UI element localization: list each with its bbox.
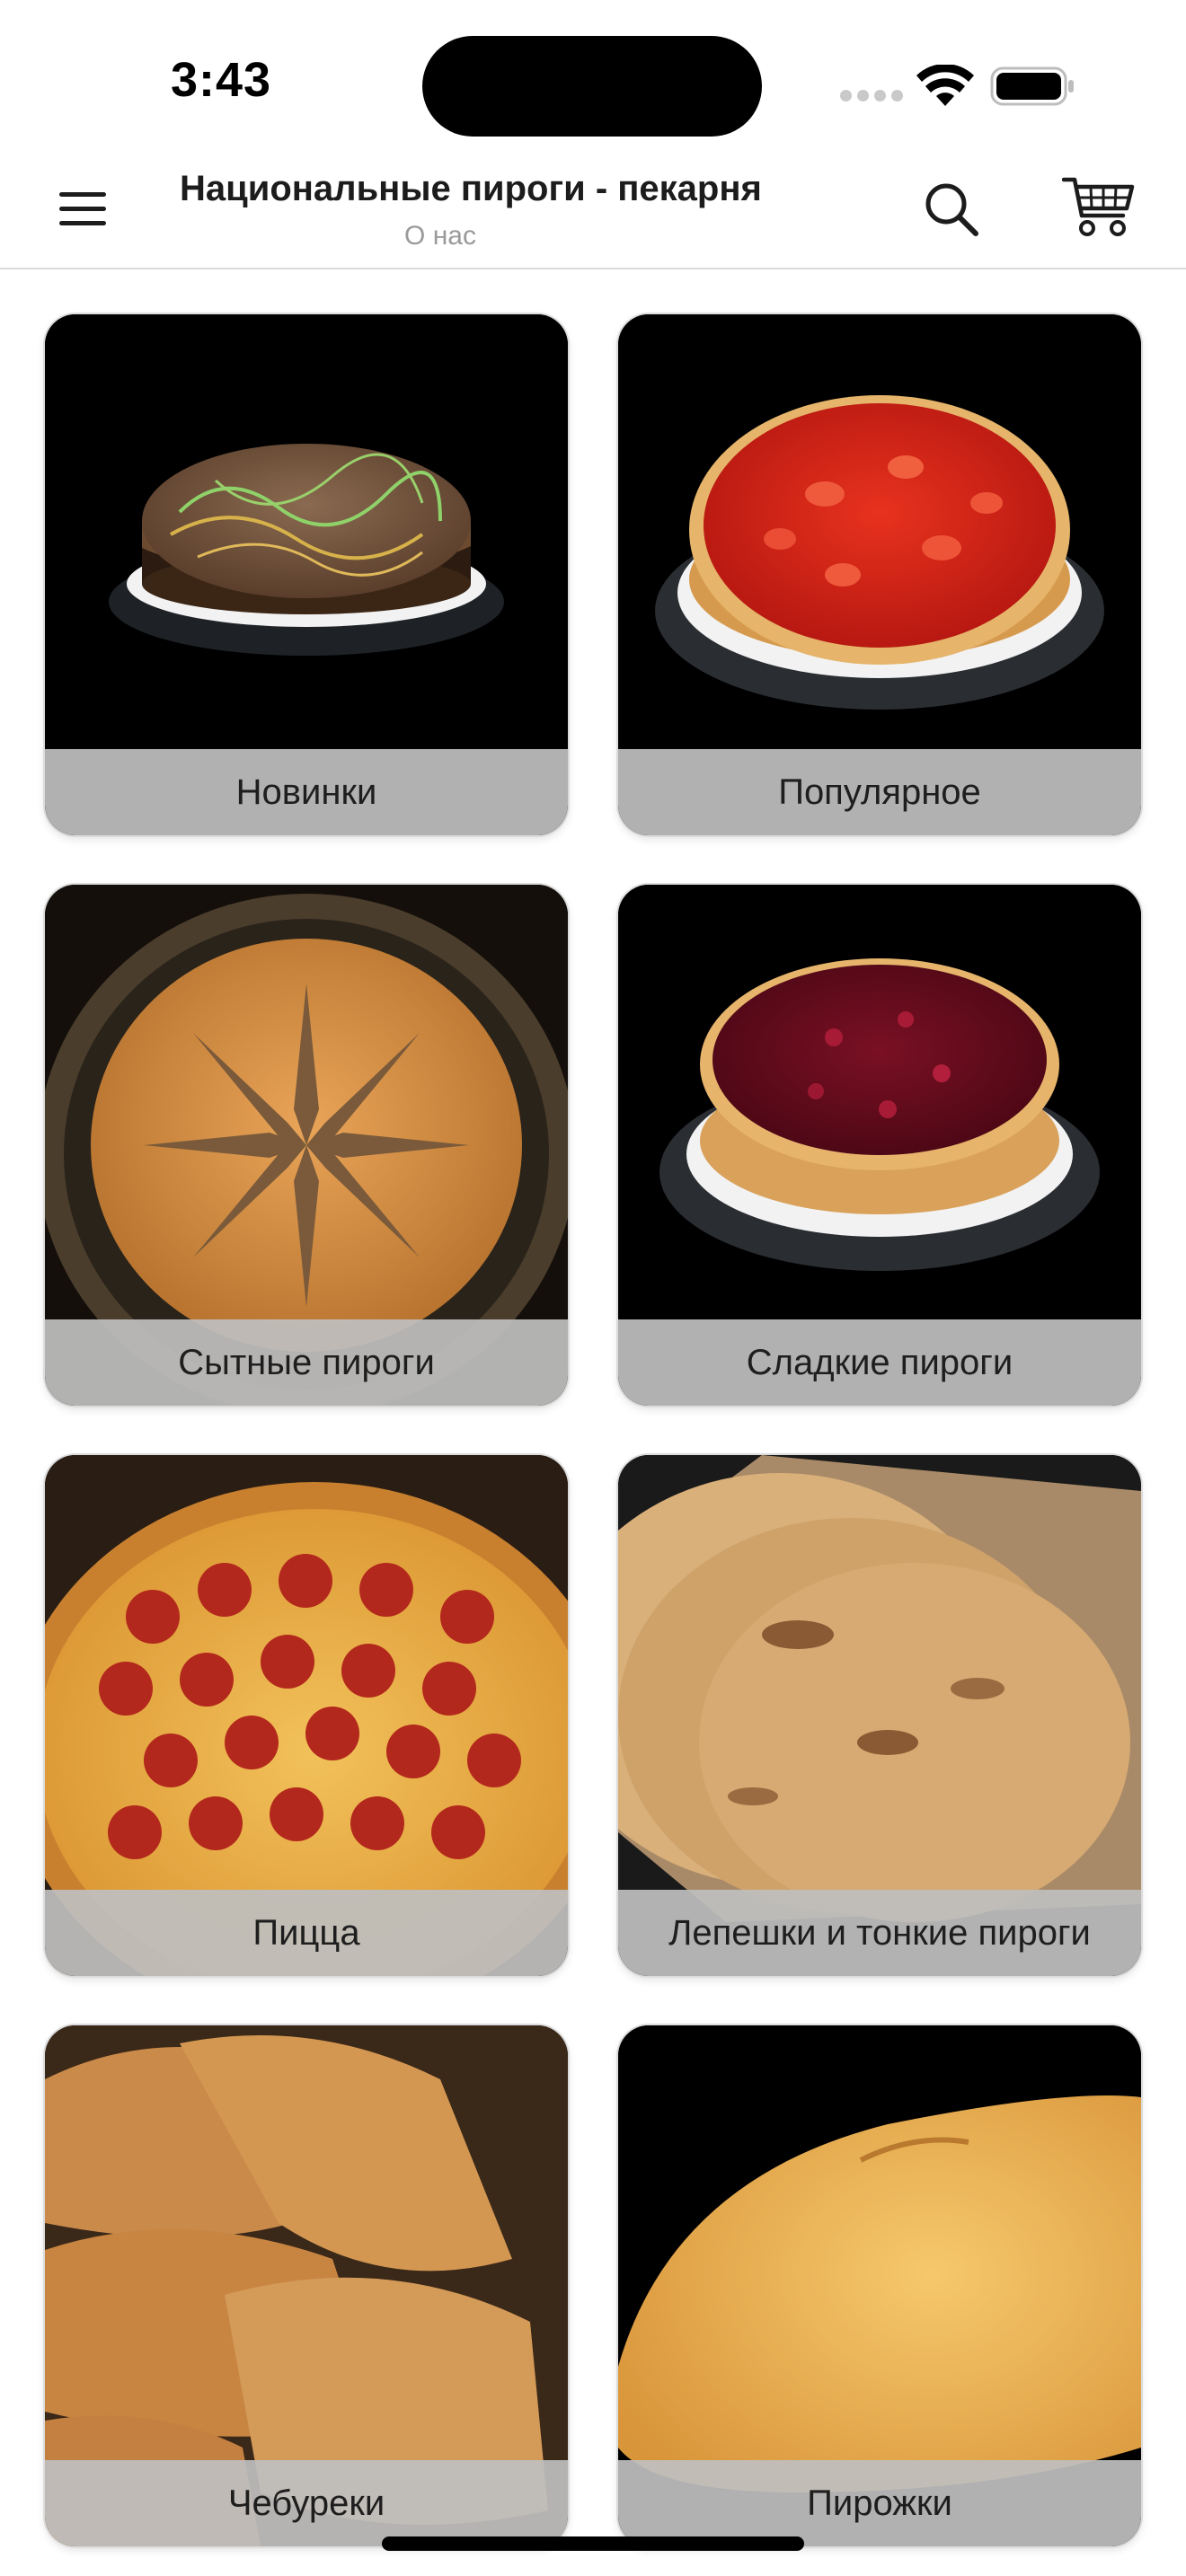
home-indicator[interactable] [382, 2536, 804, 2551]
category-card-popular[interactable]: Популярное [618, 314, 1141, 835]
category-card-pirozhki[interactable]: Пирожки [618, 2025, 1141, 2546]
category-label: Пицца [45, 1890, 568, 1976]
status-time: 3:43 [171, 53, 272, 107]
wifi-icon [916, 65, 974, 106]
battery-icon [990, 66, 1074, 106]
status-bar: 3:43 [0, 0, 1186, 153]
category-label: Сладкие пироги [618, 1319, 1141, 1406]
category-label: Популярное [618, 749, 1141, 835]
shopping-cart-icon[interactable] [1062, 174, 1136, 241]
page-title: Национальные пироги - пекарня [180, 169, 762, 208]
dynamic-island [422, 36, 762, 137]
category-label: Пирожки [618, 2460, 1141, 2546]
category-label: Новинки [45, 749, 568, 835]
category-card-sweet-pies[interactable]: Сладкие пироги [618, 885, 1141, 1406]
category-card-new[interactable]: Новинки [45, 314, 568, 835]
category-card-savory-pies[interactable]: Сытные пироги [45, 885, 568, 1406]
category-card-chebureki[interactable]: Чебуреки [45, 2025, 568, 2546]
hamburger-menu-icon[interactable] [56, 187, 111, 232]
category-label: Чебуреки [45, 2460, 568, 2546]
category-label: Сытные пироги [45, 1319, 568, 1406]
category-label: Лепешки и тонкие пироги [618, 1890, 1141, 1976]
category-card-pizza[interactable]: Пицца [45, 1455, 568, 1976]
search-icon[interactable] [922, 180, 981, 239]
cellular-signal-icon [840, 90, 903, 102]
about-link[interactable]: О нас [180, 221, 701, 251]
navigation-bar: Национальные пироги - пекарня О нас [0, 153, 1186, 269]
category-card-flatbreads[interactable]: Лепешки и тонкие пироги [618, 1455, 1141, 1976]
